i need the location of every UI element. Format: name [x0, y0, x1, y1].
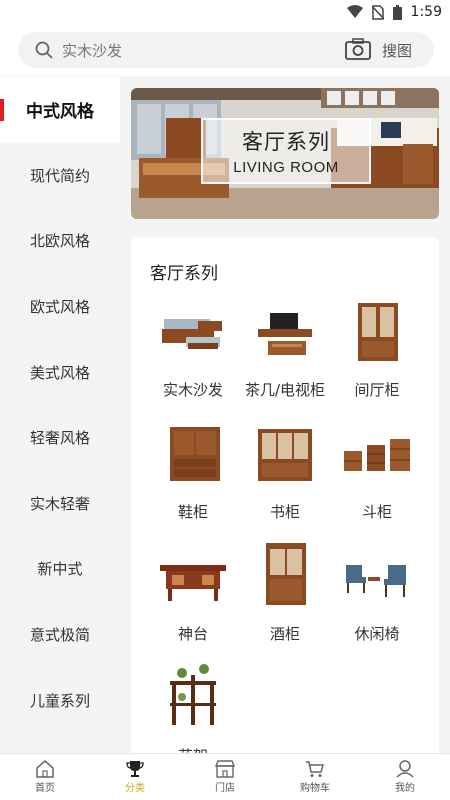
living-room-banner[interactable]: 客厅系列 LIVING ROOM: [131, 88, 439, 219]
search-header: 实木沙发 搜图: [0, 26, 450, 76]
sidebar-item-italian-minimal[interactable]: 意式极简: [0, 602, 120, 668]
tab-label: 我的: [395, 783, 415, 794]
tab-label: 门店: [215, 783, 235, 794]
status-bar: 1:59: [0, 0, 450, 26]
subcategory-partition-cabinet[interactable]: 间厅柜: [327, 297, 427, 417]
banner-title: 客厅系列: [242, 130, 330, 154]
subcategory-sofa[interactable]: 实木沙发: [143, 297, 243, 417]
tv-cabinet-icon: [258, 313, 312, 355]
subcategory-label: 鞋柜: [177, 503, 208, 521]
trophy-icon: [126, 761, 144, 777]
tab-category[interactable]: 分类: [90, 754, 180, 800]
subcategory-chest-drawers[interactable]: 斗柜: [327, 419, 427, 539]
sidebar-item-label: 儿童系列: [29, 691, 90, 710]
subcategory-label: 休闲椅: [354, 625, 400, 643]
sidebar-item-solid-wood-luxury[interactable]: 实木轻奢: [0, 471, 120, 537]
chest-drawers-icon: [344, 439, 410, 471]
subcategory-label: 酒柜: [269, 625, 300, 643]
flower-stand-icon: [170, 664, 216, 725]
sidebar-item-label: 新中式: [37, 560, 83, 579]
sidebar-item-label: 中式风格: [26, 102, 94, 123]
banner-subtitle: LIVING ROOM: [233, 159, 339, 176]
home-icon: [36, 760, 54, 778]
tab-cart[interactable]: 购物车: [270, 754, 360, 800]
subcategory-label: 茶几/电视柜: [244, 381, 326, 399]
category-content: 客厅系列 LIVING ROOM 客厅系列 实木沙发 茶几/电视柜 间厅柜 鞋柜: [120, 77, 450, 753]
section-title: 客厅系列: [150, 264, 218, 284]
camera-icon[interactable]: [345, 38, 371, 60]
bottom-tab-bar: 首页 分类 门店 购物车 我的: [0, 753, 450, 800]
tab-store[interactable]: 门店: [180, 754, 270, 800]
sofa-icon: [162, 319, 222, 349]
tab-label: 首页: [35, 783, 55, 794]
sidebar-item-label: 北欧风格: [29, 232, 90, 251]
subcategory-label: 实木沙发: [162, 381, 223, 399]
altar-table-icon: [160, 565, 226, 601]
tab-profile[interactable]: 我的: [360, 754, 450, 800]
subcategory-card: 客厅系列 实木沙发 茶几/电视柜 间厅柜 鞋柜 书柜 斗柜 神台 酒柜 休闲椅: [131, 237, 439, 753]
sidebar-item-label: 意式极简: [29, 626, 90, 645]
sidebar-item-chinese-style[interactable]: 中式风格: [0, 77, 120, 143]
partition-cabinet-icon: [358, 303, 398, 361]
subcategory-leisure-chair[interactable]: 休闲椅: [327, 541, 427, 661]
photo-search-button[interactable]: 搜图: [382, 40, 412, 61]
subcategory-shoe-cabinet[interactable]: 鞋柜: [143, 419, 243, 539]
wine-cabinet-icon: [266, 543, 306, 605]
sidebar-item-new-chinese[interactable]: 新中式: [0, 536, 120, 602]
wifi-icon: [346, 5, 363, 18]
bookcase-icon: [258, 429, 312, 481]
sidebar-item-european[interactable]: 欧式风格: [0, 274, 120, 340]
no-sim-icon: [371, 4, 384, 20]
subcategory-label: 间厅柜: [354, 381, 400, 399]
sidebar-item-label: 轻奢风格: [29, 429, 90, 448]
banner-label: 客厅系列 LIVING ROOM: [201, 118, 371, 184]
sidebar-item-light-luxury[interactable]: 轻奢风格: [0, 405, 120, 471]
sidebar-item-modern-simple[interactable]: 现代简约: [0, 143, 120, 209]
subcategory-bookcase[interactable]: 书柜: [235, 419, 335, 539]
subcategory-altar-table[interactable]: 神台: [143, 541, 243, 661]
search-placeholder: 实木沙发: [62, 42, 123, 60]
subcategory-wine-cabinet[interactable]: 酒柜: [235, 541, 335, 661]
sidebar-item-american[interactable]: 美式风格: [0, 339, 120, 405]
sidebar-item-nordic[interactable]: 北欧风格: [0, 208, 120, 274]
subcategory-label: 书柜: [269, 503, 300, 521]
search-input[interactable]: 实木沙发 搜图: [18, 32, 434, 68]
subcategory-label: 花架: [143, 745, 243, 753]
store-icon: [215, 760, 235, 778]
sidebar-item-label: 美式风格: [29, 363, 90, 382]
category-sidebar: 中式风格 现代简约 北欧风格 欧式风格 美式风格 轻奢风格 实木轻奢 新中式 意…: [0, 77, 120, 753]
tab-label: 购物车: [300, 783, 330, 794]
sidebar-item-label: 实木轻奢: [29, 494, 90, 513]
cart-icon: [306, 761, 324, 777]
tab-label: 分类: [125, 783, 145, 794]
subcategory-flower-stand[interactable]: 花架: [143, 663, 243, 753]
sidebar-item-kids[interactable]: 儿童系列: [0, 667, 120, 733]
subcategory-label: 神台: [177, 625, 208, 643]
battery-icon: [392, 4, 402, 20]
shoe-cabinet-icon: [170, 427, 220, 481]
search-icon: [35, 41, 53, 59]
sidebar-item-label: 现代简约: [29, 166, 90, 185]
subcategory-tv-cabinet[interactable]: 茶几/电视柜: [235, 297, 335, 417]
status-time: 1:59: [410, 4, 442, 20]
tab-home[interactable]: 首页: [0, 754, 90, 800]
profile-icon: [396, 760, 414, 778]
sidebar-item-label: 欧式风格: [29, 298, 90, 317]
subcategory-label: 斗柜: [361, 503, 392, 521]
leisure-chair-icon: [346, 565, 406, 597]
